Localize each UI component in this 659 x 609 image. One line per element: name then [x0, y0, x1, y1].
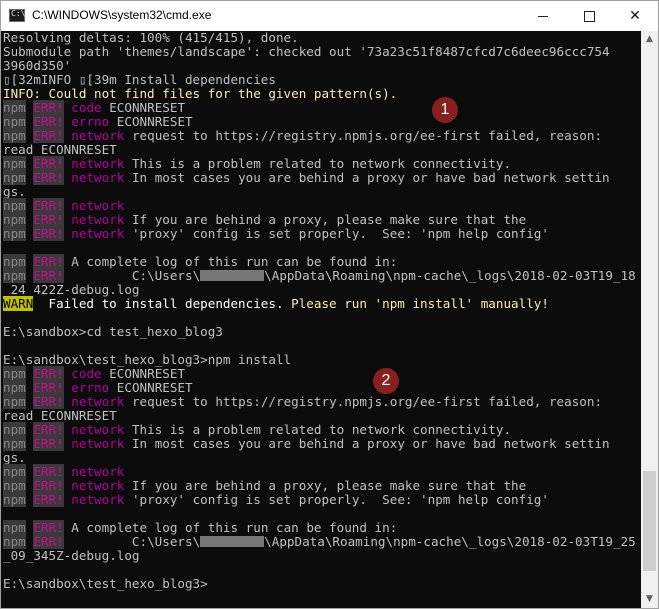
console-line: npm ERR! C:\Users\ \AppData\Roaming\npm-c…	[3, 534, 636, 549]
console-line: Resolving deltas: 100% (415/415), done.	[3, 31, 299, 45]
annotation-badge-2: 2	[373, 368, 399, 394]
console-line: npm ERR! network 'proxy' config is set p…	[3, 492, 549, 507]
close-button[interactable]: ✕	[612, 1, 658, 31]
console-line: npm ERR! network This is a problem relat…	[3, 422, 512, 437]
console-line: npm ERR! network 'proxy' config is set p…	[3, 226, 549, 241]
console-line: read ECONNRESET	[3, 408, 117, 423]
console-line: npm ERR! network This is a problem relat…	[3, 156, 512, 171]
console-line: read ECONNRESET	[3, 142, 117, 157]
console-line: npm ERR! network If you are behind a pro…	[3, 478, 527, 493]
annotation-badge-1: 1	[432, 97, 458, 123]
console-line: E:\sandbox>cd test_hexo_blog3	[3, 324, 223, 339]
redacted-username	[200, 270, 265, 281]
console-line: npm ERR! network	[3, 198, 125, 213]
console-line: npm ERR! network In most cases you are b…	[3, 170, 610, 185]
console-line: INFO: Could not find files for the given…	[3, 86, 398, 101]
console-line: _09_345Z-debug.log	[3, 548, 140, 563]
minimize-button[interactable]	[520, 1, 566, 31]
console-line: gs.	[3, 450, 26, 465]
scroll-down-icon[interactable]: ▼	[641, 591, 658, 608]
console-line: E:\sandbox\test_hexo_blog3>npm install	[3, 352, 292, 367]
console-line: npm ERR! network If you are behind a pro…	[3, 212, 527, 227]
console-line: 3960d350'	[3, 58, 72, 73]
window-title: C:\WINDOWS\system32\cmd.exe	[32, 8, 212, 22]
maximize-button[interactable]	[566, 1, 612, 31]
redacted-username	[200, 536, 265, 547]
console-line: npm ERR! errno ECONNRESET	[3, 380, 193, 395]
console-line: npm ERR! network request to https://regi…	[3, 394, 603, 409]
console-line: npm ERR! A complete log of this run can …	[3, 520, 398, 535]
scrollbar-thumb[interactable]	[643, 471, 656, 571]
console-line: npm ERR! code ECONNRESET	[3, 100, 186, 115]
console-line: npm ERR! network request to https://regi…	[3, 128, 603, 143]
prompt-line[interactable]: E:\sandbox\test_hexo_blog3>	[3, 577, 208, 591]
console-line: npm ERR! A complete log of this run can …	[3, 254, 398, 269]
console-line: WARN Failed to install dependencies. Ple…	[3, 296, 549, 311]
close-icon: ✕	[629, 8, 641, 24]
console-line: _24_422Z-debug.log	[3, 282, 140, 297]
maximize-icon	[583, 10, 595, 22]
cmd-window: C:\ C:\WINDOWS\system32\cmd.exe ✕ Resolv…	[0, 0, 659, 609]
console-line: ▯[32mINFO ▯[39m Install dependencies	[3, 72, 276, 87]
console-line: npm ERR! network In most cases you are b…	[3, 436, 610, 451]
console-line: npm ERR! code ECONNRESET	[3, 366, 186, 381]
console-line: Submodule path 'themes/landscape': check…	[3, 44, 610, 59]
scroll-up-icon[interactable]: ▲	[641, 31, 658, 48]
console-output[interactable]: Resolving deltas: 100% (415/415), done. …	[1, 31, 641, 608]
console-line: npm ERR! network	[3, 464, 125, 479]
vertical-scrollbar[interactable]: ▲ ▼	[641, 31, 658, 608]
console-line: npm ERR! errno ECONNRESET	[3, 114, 193, 129]
title-bar[interactable]: C:\ C:\WINDOWS\system32\cmd.exe ✕	[1, 1, 658, 31]
minimize-icon	[538, 15, 548, 17]
console-line: gs.	[3, 184, 26, 199]
cmd-icon: C:\	[9, 9, 25, 22]
warn-badge: WARN	[3, 296, 34, 311]
console-line: npm ERR! C:\Users\ \AppData\Roaming\npm-c…	[3, 268, 636, 283]
